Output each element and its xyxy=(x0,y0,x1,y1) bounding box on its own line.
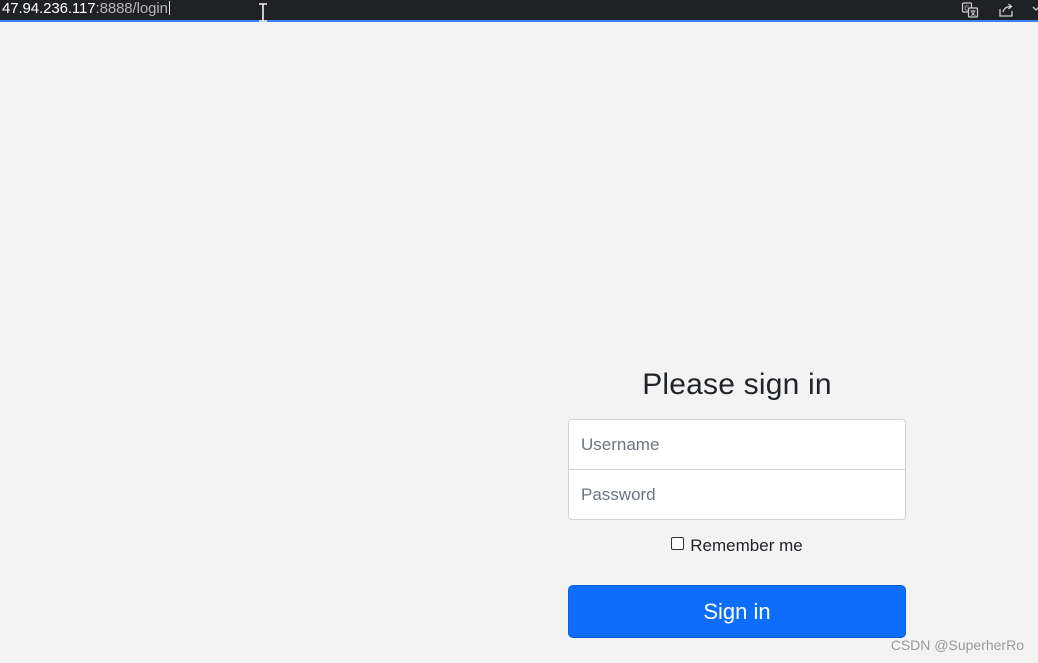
translate-icon[interactable]: G xyxy=(961,1,979,19)
page-title: Please sign in xyxy=(642,368,832,401)
username-input[interactable] xyxy=(568,419,906,470)
text-cursor-icon xyxy=(259,3,267,22)
url-host: 47.94.236.117 xyxy=(2,0,96,17)
url-path: :8888/login xyxy=(95,0,168,17)
sign-in-button[interactable]: Sign in xyxy=(568,585,906,638)
text-caret xyxy=(168,1,170,15)
remember-me-checkbox[interactable] xyxy=(671,537,685,550)
url-field[interactable]: 47.94.236.117:8888/login xyxy=(2,0,170,20)
share-icon[interactable] xyxy=(997,1,1015,19)
remember-me-label[interactable]: Remember me xyxy=(690,536,802,555)
svg-text:G: G xyxy=(964,5,969,13)
password-input[interactable] xyxy=(568,469,906,520)
browser-address-bar: 47.94.236.117:8888/login G xyxy=(0,0,1038,22)
watermark: CSDN @SuperherRo xyxy=(890,637,1024,653)
login-form: Please sign in Remember me Sign in xyxy=(568,360,906,638)
remember-me-row: Remember me xyxy=(568,534,906,558)
credentials-group xyxy=(568,419,906,520)
chevron-down-icon[interactable] xyxy=(1030,1,1038,19)
